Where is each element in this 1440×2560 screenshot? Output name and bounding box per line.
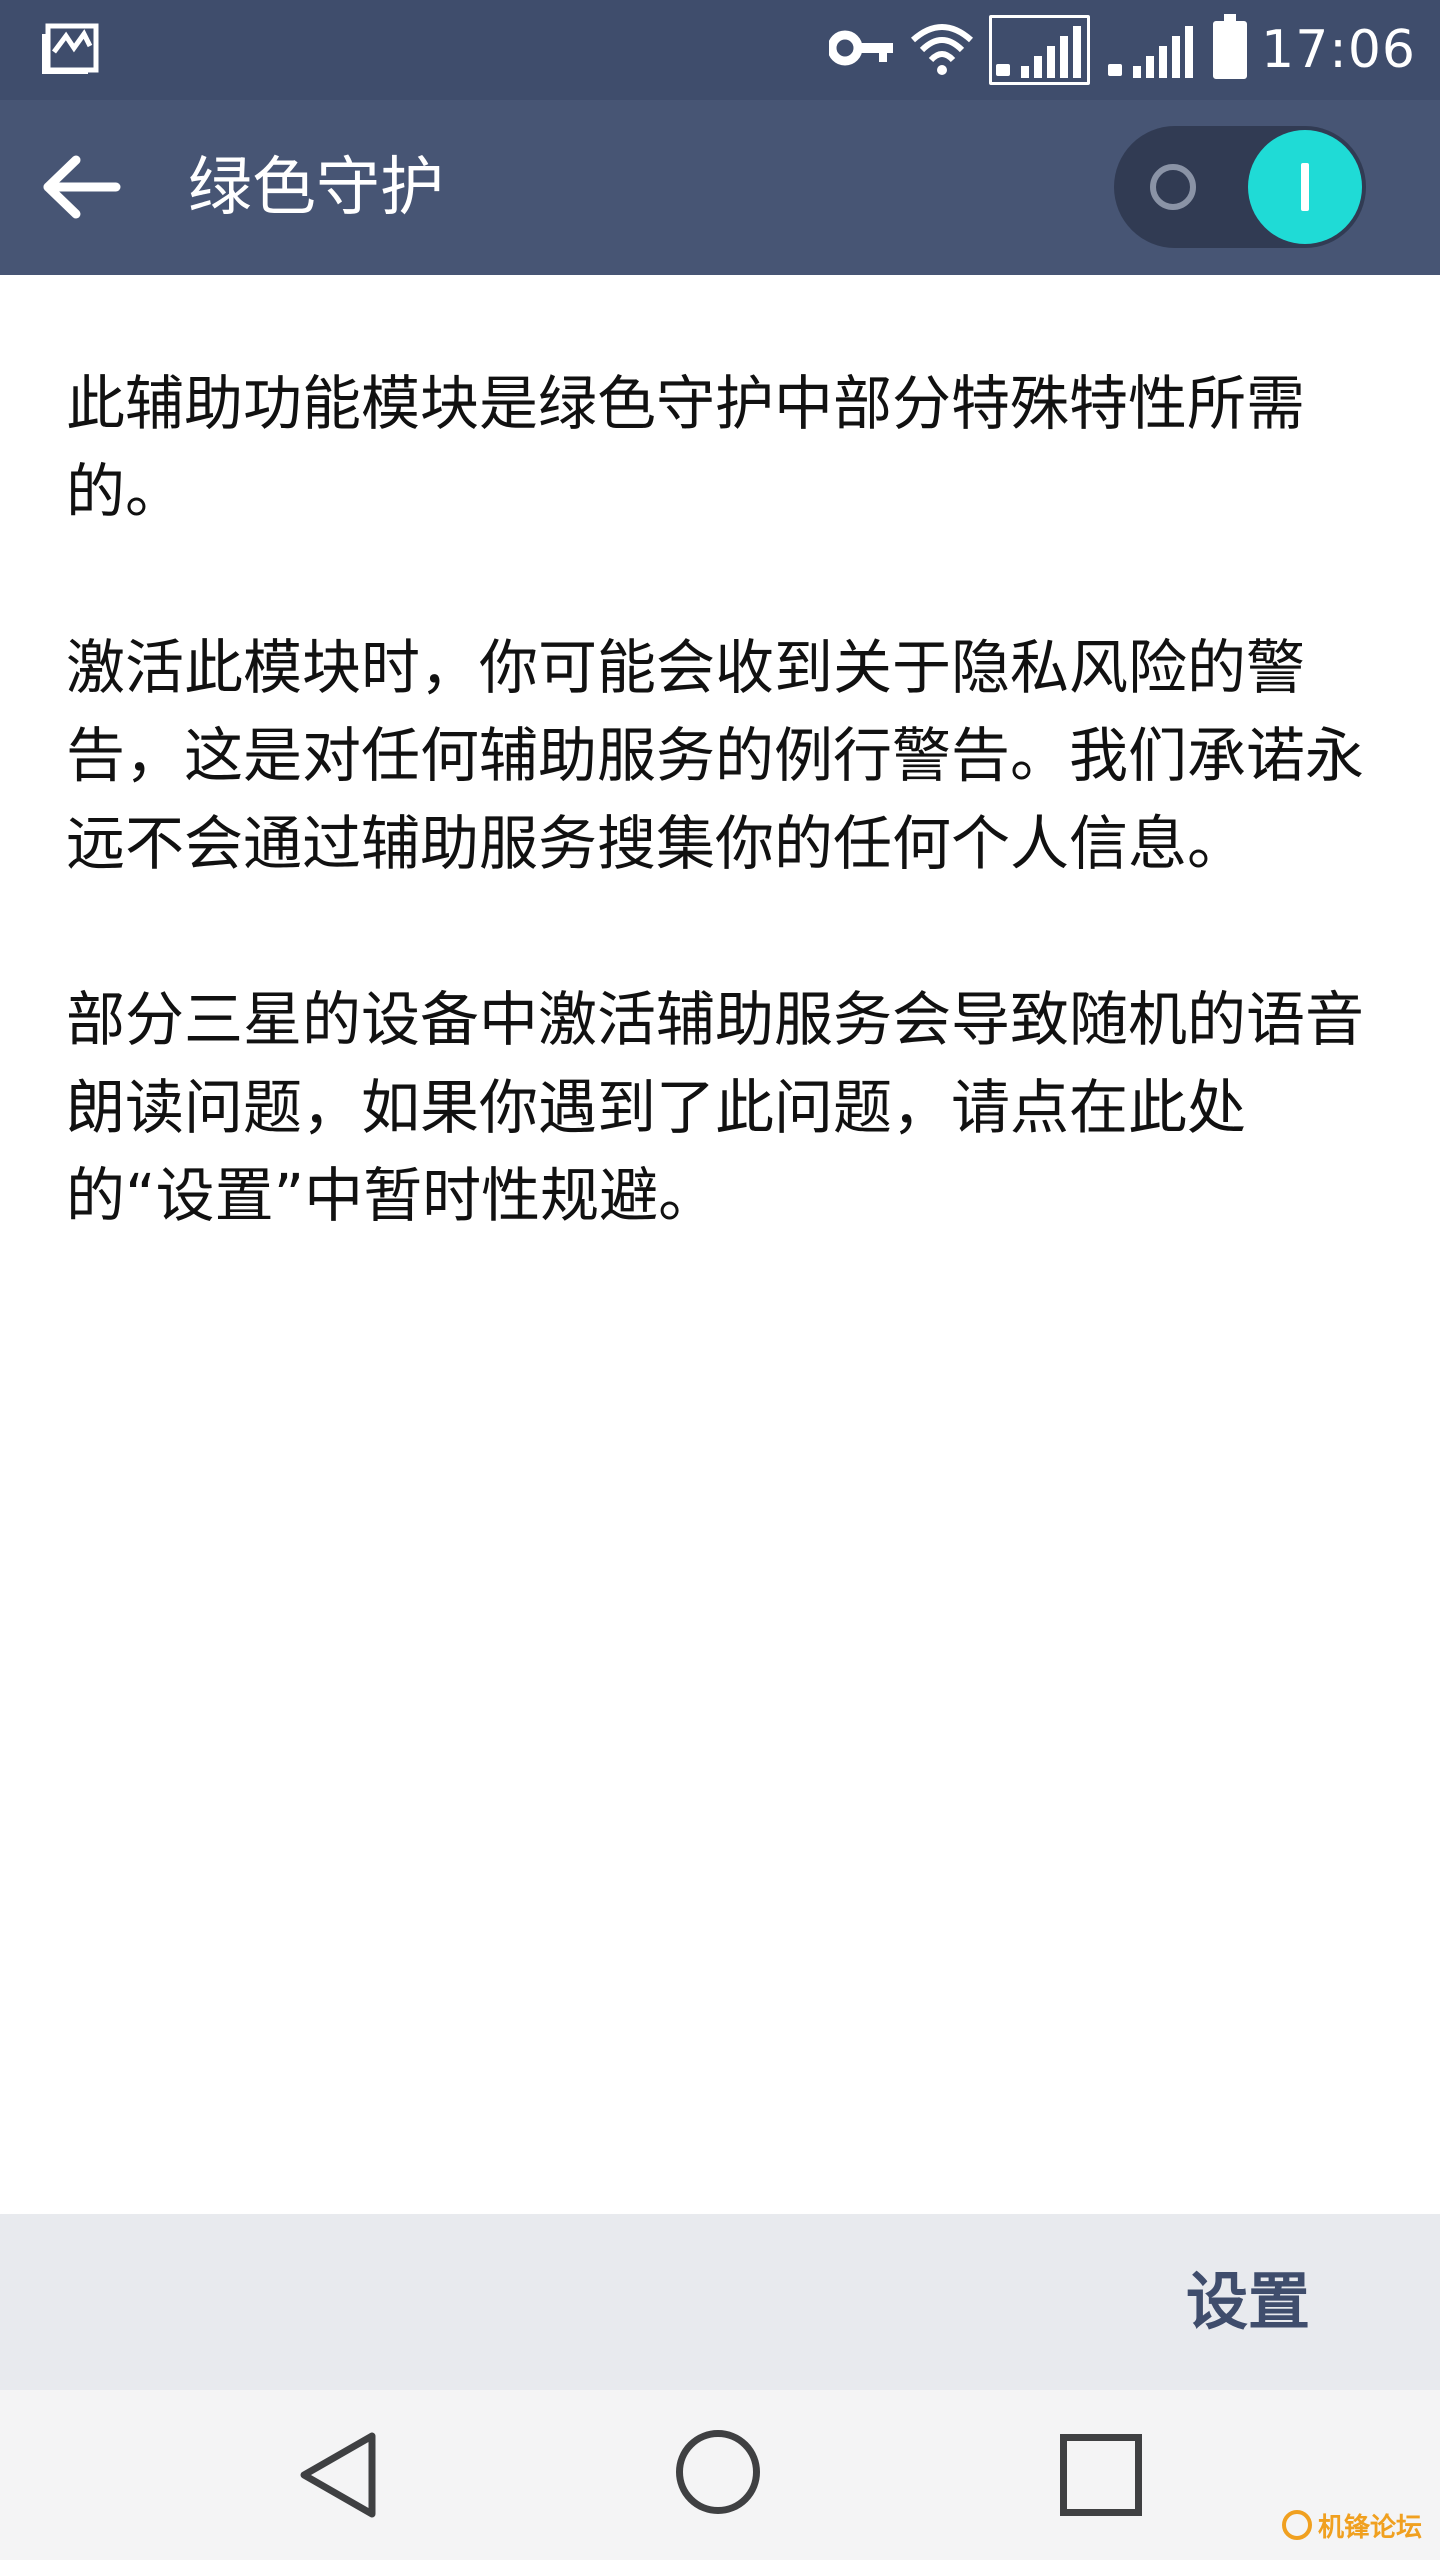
nav-recents-icon[interactable] <box>1060 2434 1142 2516</box>
toggle-knob <box>1248 130 1362 244</box>
status-bar: 17:06 <box>0 0 1440 100</box>
vpn-key-icon <box>827 28 895 72</box>
signal-sim1-icon <box>989 15 1091 85</box>
nav-back-icon[interactable] <box>296 2430 380 2524</box>
wifi-icon <box>909 20 975 80</box>
page-title: 绿色守护 <box>188 151 444 225</box>
watermark: 机锋论坛 <box>1282 2500 1432 2550</box>
watermark-logo-icon <box>1282 2510 1312 2540</box>
signal-sim2-icon <box>1104 18 1199 82</box>
navigation-bar: 机锋论坛 <box>0 2390 1440 2560</box>
app-bar: 绿色守护 <box>0 100 1440 275</box>
enable-toggle[interactable] <box>1114 126 1366 248</box>
description-paragraph: 部分三星的设备中激活辅助服务会导致随机的语音朗读问题，如果你遇到了此问题，请点在… <box>66 985 1365 1230</box>
toggle-off-icon <box>1150 164 1196 210</box>
description-paragraph: 此辅助功能模块是绿色守护中部分特殊特性所需的。 <box>66 369 1306 526</box>
watermark-text: 机锋论坛 <box>1318 2512 1423 2543</box>
settings-button[interactable]: 设置 <box>1186 2262 1310 2342</box>
status-time: 17:06 <box>1261 20 1416 80</box>
bottom-action-bar: 设置 <box>0 2214 1440 2390</box>
back-button[interactable] <box>30 144 130 234</box>
nav-home-icon[interactable] <box>676 2430 760 2514</box>
toggle-on-icon <box>1301 163 1309 211</box>
description-paragraph: 激活此模块时，你可能会收到关于隐私风险的警告，这是对任何辅助服务的例行警告。我们… <box>66 633 1365 878</box>
battery-icon <box>1213 14 1248 79</box>
arrow-left-icon <box>38 152 122 226</box>
notification-mail-icon <box>40 22 100 78</box>
description-content: 此辅助功能模块是绿色守护中部分特殊特性所需的。 激活此模块时，你可能会收到关于隐… <box>66 360 1366 1328</box>
